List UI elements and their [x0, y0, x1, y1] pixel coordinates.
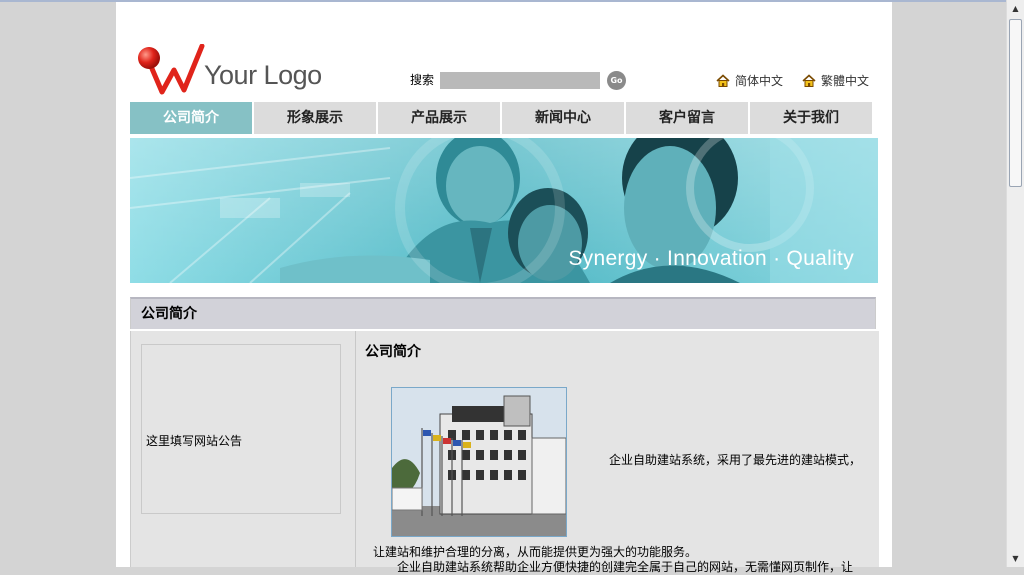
- scroll-down-arrow-icon[interactable]: ▼: [1007, 550, 1024, 567]
- home-icon: [716, 73, 730, 87]
- section-header: 公司简介: [130, 297, 876, 329]
- scroll-up-arrow-icon[interactable]: ▲: [1007, 0, 1024, 17]
- content-area: 这里填写网站公告 公司简介 企业自助建站系统，采用了最先进的建站模式， 让建站和…: [130, 331, 879, 574]
- search-go-button[interactable]: Go: [607, 71, 626, 90]
- lang-traditional-link[interactable]: 繁體中文: [802, 72, 869, 89]
- notice-box: 这里填写网站公告: [141, 344, 341, 514]
- intro-text-line-1: 企业自助建站系统，采用了最先进的建站模式，: [609, 453, 862, 467]
- company-building-photo: [391, 387, 567, 537]
- lang-simplified-label: 简体中文: [735, 74, 784, 88]
- lang-traditional-label: 繁體中文: [821, 74, 870, 88]
- lang-simplified-link[interactable]: 简体中文: [716, 72, 783, 89]
- main-title: 公司简介: [365, 344, 421, 360]
- search-label: 搜索: [410, 73, 435, 87]
- banner-tagline: Synergy · Innovation · Quality: [568, 247, 854, 270]
- nav-item-guestbook[interactable]: 客户留言: [626, 102, 748, 134]
- vertical-scrollbar[interactable]: ▲ ▼: [1006, 0, 1024, 567]
- notice-text: 这里填写网站公告: [146, 434, 243, 448]
- sidebar: 这里填写网站公告: [131, 331, 356, 567]
- page-container: Your Logo 搜索 Go 简体中文 繁體中文 公司简介 形象展示 产品展示…: [116, 2, 892, 574]
- nav-item-image-showcase[interactable]: 形象展示: [254, 102, 376, 134]
- nav-item-about-us[interactable]: 关于我们: [750, 102, 872, 134]
- home-icon: [802, 73, 816, 87]
- logo-text: Your Logo: [204, 60, 322, 90]
- main-nav: 公司简介 形象展示 产品展示 新闻中心 客户留言 关于我们: [130, 102, 872, 134]
- scroll-thumb[interactable]: [1009, 19, 1022, 187]
- nav-item-news[interactable]: 新闻中心: [502, 102, 624, 134]
- hero-banner: Synergy · Innovation · Quality: [130, 138, 878, 283]
- building-image: [392, 388, 566, 536]
- search-input[interactable]: [440, 72, 600, 89]
- browser-viewport: { "header": { "logo_text": "Your Logo", …: [0, 0, 1024, 574]
- nav-item-company-intro[interactable]: 公司简介: [130, 102, 252, 134]
- nav-item-products[interactable]: 产品展示: [378, 102, 500, 134]
